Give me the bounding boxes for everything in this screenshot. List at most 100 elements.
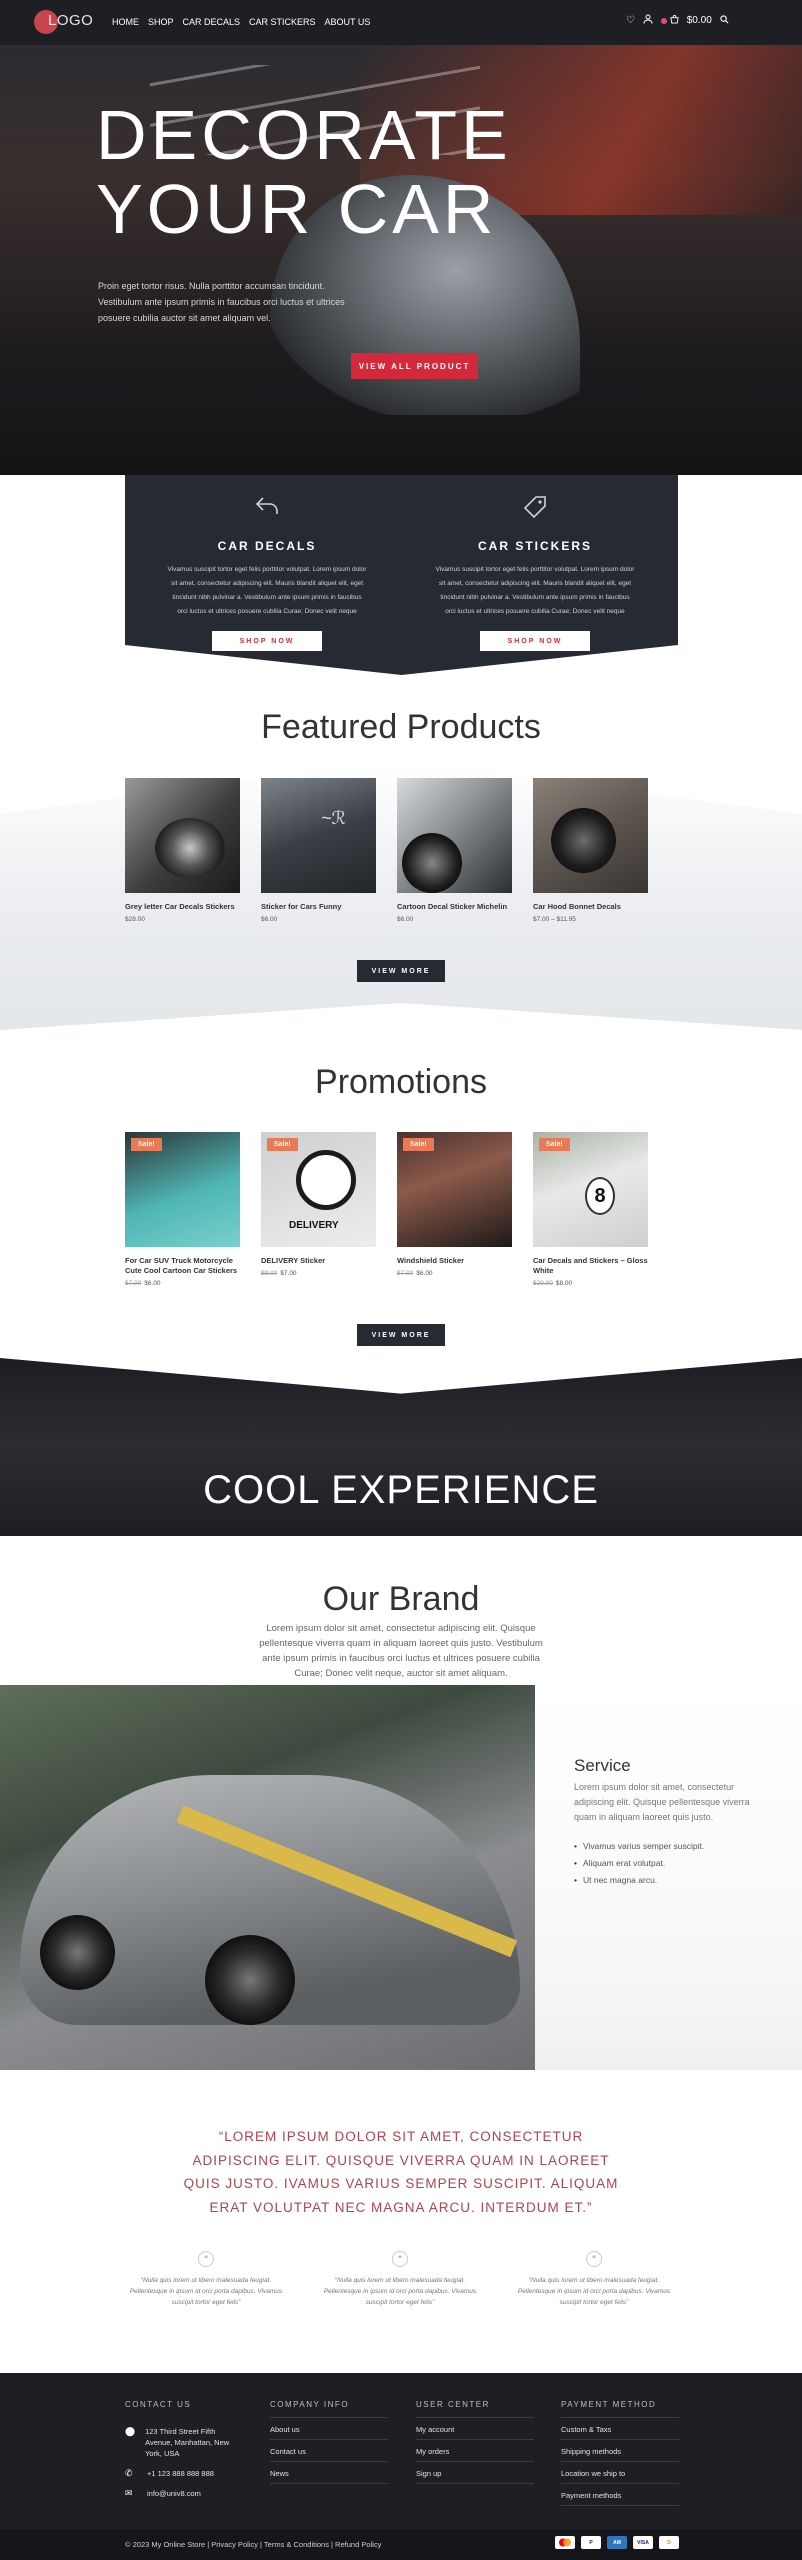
service-list-item: Ut nec magna arcu. xyxy=(574,1872,704,1889)
nav-about-us[interactable]: ABOUT US xyxy=(325,17,371,27)
product-name[interactable]: Windshield Sticker xyxy=(397,1256,512,1266)
product-price: $6.00 xyxy=(397,916,414,923)
footer-company: COMPANY INFO About us Contact us News xyxy=(270,2400,388,2484)
brand-text: Lorem ipsum dolor sit amet, consectetur … xyxy=(259,1623,543,1679)
product-price: $6.00 xyxy=(261,916,278,923)
old-price: $29.00 xyxy=(533,1280,553,1287)
product-card[interactable]: 8 Sale! Car Decals and Stickers – Gloss … xyxy=(533,1132,648,1287)
nav-car-decals[interactable]: CAR DECALS xyxy=(183,17,241,27)
hero-description: Proin eget tortor risus. Nulla porttitor… xyxy=(98,281,345,323)
footer-address: ⬤ 123 Third Street Fifth Avenue, Manhatt… xyxy=(125,2426,243,2459)
product-card[interactable]: Sale! For Car SUV Truck Motorcycle Cute … xyxy=(125,1132,240,1287)
discover-icon: D xyxy=(659,2536,679,2549)
user-icon[interactable] xyxy=(643,14,653,27)
quote-icon: ❝ xyxy=(198,2251,214,2267)
testimonial: ❝ “Nulla quis lorem ut libero malesuada … xyxy=(126,2251,286,2308)
product-card[interactable]: ~ℛ Sticker for Cars Funny $6.00 xyxy=(261,778,376,923)
cool-experience-title: COOL EXPERIENCE xyxy=(203,1468,599,1512)
nav-car-stickers[interactable]: CAR STICKERS xyxy=(249,17,316,27)
service-list: Vivamus varius semper suscipit. Aliquam … xyxy=(574,1838,704,1889)
testimonial: ❝ “Nulla quis lorem ut libero malesuada … xyxy=(320,2251,480,2308)
category-title: CAR DECALS xyxy=(217,539,317,553)
cart-icon[interactable] xyxy=(660,14,679,27)
product-name[interactable]: Sticker for Cars Funny xyxy=(261,902,376,912)
product-image[interactable]: ~ℛ xyxy=(261,778,376,893)
email-text[interactable]: info@univ8.com xyxy=(147,2488,201,2499)
product-name[interactable]: Cartoon Decal Sticker Michelin xyxy=(397,902,512,912)
hero-title-line2: YOUR CAR xyxy=(96,170,498,248)
footer-link[interactable]: About us xyxy=(270,2418,388,2440)
footer-payment-title: PAYMENT METHOD xyxy=(561,2400,679,2418)
product-image[interactable]: 8 Sale! xyxy=(533,1132,648,1247)
product-image[interactable]: Sale! xyxy=(125,1132,240,1247)
product-name[interactable]: DELIVERY Sticker xyxy=(261,1256,376,1266)
product-card[interactable]: Grey letter Car Decals Stickers $28.00 xyxy=(125,778,240,923)
footer-email: ✉ info@univ8.com xyxy=(125,2488,243,2499)
product-name[interactable]: Grey letter Car Decals Stickers xyxy=(125,902,240,912)
search-icon[interactable] xyxy=(720,14,729,27)
product-image[interactable] xyxy=(397,778,512,893)
product-card[interactable]: Cartoon Decal Sticker Michelin $6.00 xyxy=(397,778,512,923)
category-title: CAR STICKERS xyxy=(477,539,592,553)
main-nav: HOME SHOP CAR DECALS CAR STICKERS ABOUT … xyxy=(112,17,370,27)
footer-link[interactable]: Location we ship to xyxy=(561,2462,679,2484)
product-image[interactable] xyxy=(533,778,648,893)
service-list-item: Aliquam erat volutpat. xyxy=(574,1855,704,1872)
product-price: $9.00 $7.00 xyxy=(261,1270,376,1277)
footer-link[interactable]: My account xyxy=(416,2418,534,2440)
nav-shop[interactable]: SHOP xyxy=(148,17,174,27)
sale-badge: Sale! xyxy=(539,1138,570,1151)
promotions-view-more-button[interactable]: VIEW MORE xyxy=(357,1324,445,1346)
product-price: $28.00 xyxy=(125,916,145,923)
service-title: Service xyxy=(574,1756,631,1775)
product-card[interactable]: Sale! Windshield Sticker $7.00 $6.00 xyxy=(397,1132,512,1277)
category-car-stickers: CAR STICKERS Vivamus suscipit tortor ege… xyxy=(405,475,665,675)
sale-price: $7.00 xyxy=(280,1270,297,1277)
service-text: Lorem ipsum dolor sit amet, consectetur … xyxy=(574,1782,750,1822)
copyright-bar xyxy=(0,2529,802,2560)
product-name[interactable]: Car Hood Bonnet Decals xyxy=(533,902,648,912)
category-text: Vivamus suscipit tortor eget felis portt… xyxy=(167,566,367,615)
view-all-product-button[interactable]: VIEW ALL PRODUCT xyxy=(351,353,478,379)
footer-company-title: COMPANY INFO xyxy=(270,2400,388,2418)
service-list-item: Vivamus varius semper suscipit. xyxy=(574,1838,704,1855)
product-price: $7.00 $6.00 xyxy=(125,1280,240,1287)
sale-price: $8.00 xyxy=(555,1280,573,1287)
heart-icon[interactable]: ♡ xyxy=(626,15,635,26)
footer-link[interactable]: Sign up xyxy=(416,2462,534,2484)
header-icons: ♡ $0.00 xyxy=(626,14,729,27)
footer-link[interactable]: Payment methods xyxy=(561,2484,679,2506)
promotions-title: Promotions xyxy=(315,1063,487,1101)
sale-price: $6.00 xyxy=(144,1280,161,1287)
phone-text[interactable]: +1 123 888 888 888 xyxy=(147,2468,214,2479)
product-card[interactable]: DELIVERY Sale! DELIVERY Sticker $9.00 $7.… xyxy=(261,1132,376,1277)
copyright-text: © 2023 My Online Store | Privacy Policy … xyxy=(125,2540,382,2549)
product-image[interactable] xyxy=(125,778,240,893)
product-name[interactable]: For Car SUV Truck Motorcycle Cute Cool C… xyxy=(125,1256,240,1276)
amex-icon: AM xyxy=(607,2536,627,2549)
footer-link[interactable]: Shipping methods xyxy=(561,2440,679,2462)
payment-icons: P AM VISA D xyxy=(555,2536,679,2549)
tag-icon xyxy=(405,495,665,525)
footer-link[interactable]: My orders xyxy=(416,2440,534,2462)
testimonial: ❝ “Nulla quis lorem ut libero malesuada … xyxy=(514,2251,674,2308)
product-card[interactable]: Car Hood Bonnet Decals $7.00 – $11.95 xyxy=(533,778,648,923)
product-name[interactable]: Car Decals and Stickers – Gloss White xyxy=(533,1256,648,1276)
hero-title: DECORATE YOUR CAR xyxy=(96,98,512,246)
category-panel: CAR DECALS Vivamus suscipit tortor eget … xyxy=(125,475,678,675)
cart-total[interactable]: $0.00 xyxy=(687,15,712,26)
footer-link[interactable]: Contact us xyxy=(270,2440,388,2462)
shop-now-button[interactable]: SHOP NOW xyxy=(480,631,590,651)
quote-icon: ❝ xyxy=(392,2251,408,2267)
footer-link[interactable]: News xyxy=(270,2462,388,2484)
sale-price: $6.00 xyxy=(416,1270,433,1277)
product-image[interactable]: DELIVERY Sale! xyxy=(261,1132,376,1247)
featured-view-more-button[interactable]: VIEW MORE xyxy=(357,960,445,982)
logo-text[interactable]: LOGO xyxy=(48,12,93,29)
sale-badge: Sale! xyxy=(403,1138,434,1151)
shop-now-button[interactable]: SHOP NOW xyxy=(212,631,322,651)
nav-home[interactable]: HOME xyxy=(112,17,139,27)
footer-link[interactable]: Custom & Taxs xyxy=(561,2418,679,2440)
product-image[interactable]: Sale! xyxy=(397,1132,512,1247)
visa-icon: VISA xyxy=(633,2536,653,2549)
